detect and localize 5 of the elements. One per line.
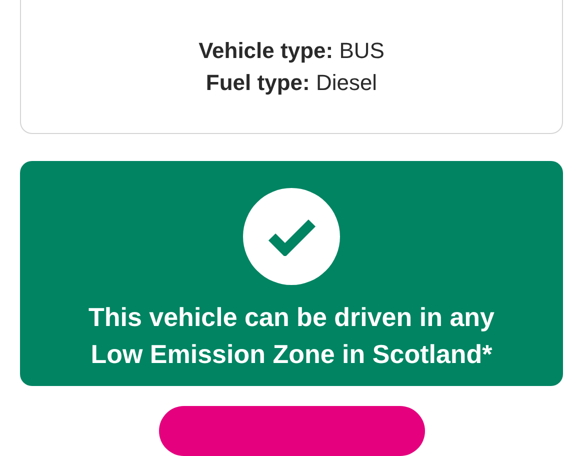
result-message: This vehicle can be driven in any Low Emission Zone in Scotland* <box>87 301 496 371</box>
vehicle-detail: Fuel type: Diesel <box>206 69 378 97</box>
action-button[interactable] <box>158 406 424 456</box>
checkmark-icon <box>268 218 316 256</box>
vehicle-detail: Vehicle type: BUS <box>198 37 384 65</box>
